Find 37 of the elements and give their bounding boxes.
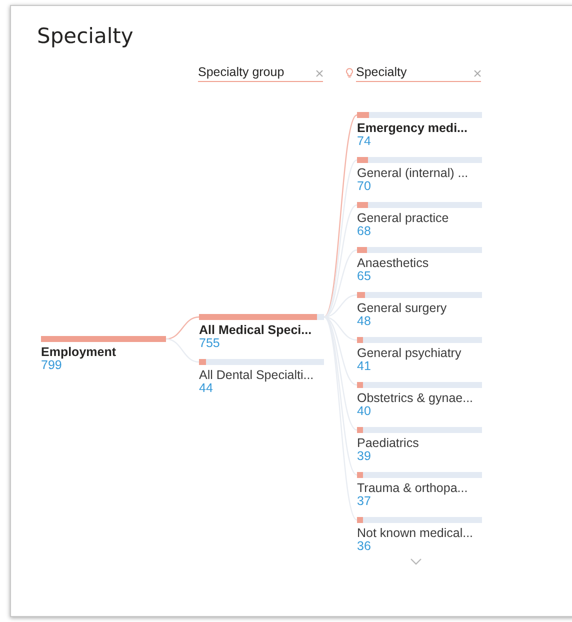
visual-title: Specialty bbox=[37, 24, 134, 48]
node-value: 40 bbox=[357, 405, 372, 418]
node-label[interactable]: Obstetrics & gynae... bbox=[357, 391, 482, 405]
node-label[interactable]: Not known medical... bbox=[357, 526, 482, 540]
node-label[interactable]: Anaesthetics bbox=[357, 256, 482, 270]
node-label[interactable]: General psychiatry bbox=[357, 346, 482, 360]
node-value: 39 bbox=[357, 450, 372, 463]
header-label: Specialty bbox=[356, 65, 407, 79]
node-value: 44 bbox=[199, 382, 214, 395]
node-label[interactable]: Trauma & orthopa... bbox=[357, 481, 482, 495]
scroll-down-icon[interactable] bbox=[410, 558, 422, 565]
node-label[interactable]: Emergency medi... bbox=[357, 121, 482, 135]
header-label: Specialty group bbox=[198, 65, 284, 79]
node-label[interactable]: General (internal) ... bbox=[357, 166, 482, 180]
node-value: 65 bbox=[357, 270, 372, 283]
connector-line bbox=[166, 338, 200, 363]
close-icon[interactable] bbox=[316, 70, 323, 77]
node-value: 70 bbox=[357, 180, 372, 193]
node-value: 799 bbox=[41, 359, 62, 372]
level-header[interactable]: Specialty bbox=[356, 65, 481, 82]
node-value: 41 bbox=[357, 360, 372, 373]
level-header[interactable]: Specialty group bbox=[198, 65, 323, 82]
node-value: 36 bbox=[357, 540, 372, 553]
lightbulb-icon bbox=[346, 68, 353, 78]
connector-line bbox=[166, 316, 200, 340]
node-label[interactable]: All Medical Speci... bbox=[199, 323, 324, 337]
node-value: 68 bbox=[357, 225, 372, 238]
node-label: Employment bbox=[41, 345, 118, 359]
node-label[interactable]: General surgery bbox=[357, 301, 482, 315]
node-value: 37 bbox=[357, 495, 372, 508]
close-icon[interactable] bbox=[474, 70, 481, 77]
node-value: 74 bbox=[357, 135, 371, 148]
node-label[interactable]: All Dental Specialti... bbox=[199, 368, 324, 382]
node-value: 755 bbox=[199, 337, 221, 350]
node-label[interactable]: Paediatrics bbox=[357, 436, 482, 450]
node-label[interactable]: General practice bbox=[357, 211, 482, 225]
node-value: 48 bbox=[357, 315, 372, 328]
